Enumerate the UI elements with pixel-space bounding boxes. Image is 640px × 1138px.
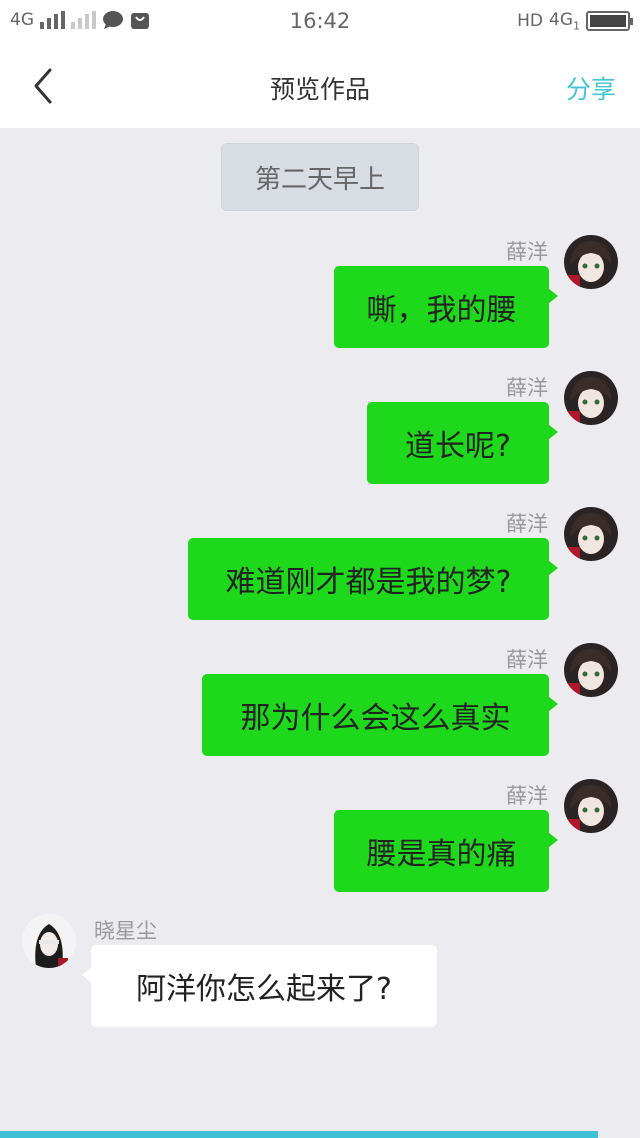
battery-fill: [590, 15, 626, 28]
message-bubble[interactable]: 那为什么会这么真实: [202, 674, 558, 756]
sim-slot-label: 1: [573, 19, 580, 33]
avatar[interactable]: [22, 914, 76, 968]
avatar[interactable]: [564, 371, 618, 425]
hd-label: HD: [517, 11, 543, 32]
avatar[interactable]: [564, 507, 618, 561]
message-bubble[interactable]: 道长呢?: [367, 402, 558, 484]
sender-name: 晓星尘: [94, 919, 157, 943]
nav-bar: 预览作品 分享: [0, 44, 640, 128]
avatar[interactable]: [564, 643, 618, 697]
message-bubble[interactable]: 腰是真的痛: [334, 810, 558, 892]
bottom-progress-bar: [0, 1131, 598, 1138]
message-bubble[interactable]: 难道刚才都是我的梦?: [188, 538, 558, 620]
sender-name: 薛洋: [506, 784, 548, 808]
sender-name: 薛洋: [506, 376, 548, 400]
page-title: 预览作品: [269, 75, 370, 104]
status-right: HD 4G1: [517, 10, 633, 32]
sender-name: 薛洋: [506, 648, 548, 672]
message-bubble[interactable]: 阿洋你怎么起来了?: [82, 945, 437, 1027]
avatar[interactable]: [564, 779, 618, 833]
share-button[interactable]: 分享: [566, 70, 616, 106]
message-bubble[interactable]: 嘶，我的腰: [334, 266, 558, 348]
status-bar: 4G 16:42 HD 4G1: [0, 0, 640, 44]
network-4g-indicator: 4G1: [549, 10, 580, 32]
battery-icon: [586, 11, 633, 32]
time-divider: 第二天早上: [221, 143, 419, 211]
sender-name: 薛洋: [506, 512, 548, 536]
avatar[interactable]: [564, 235, 618, 289]
sender-name: 薛洋: [506, 240, 548, 264]
network-4g-label: 4G: [549, 10, 573, 30]
